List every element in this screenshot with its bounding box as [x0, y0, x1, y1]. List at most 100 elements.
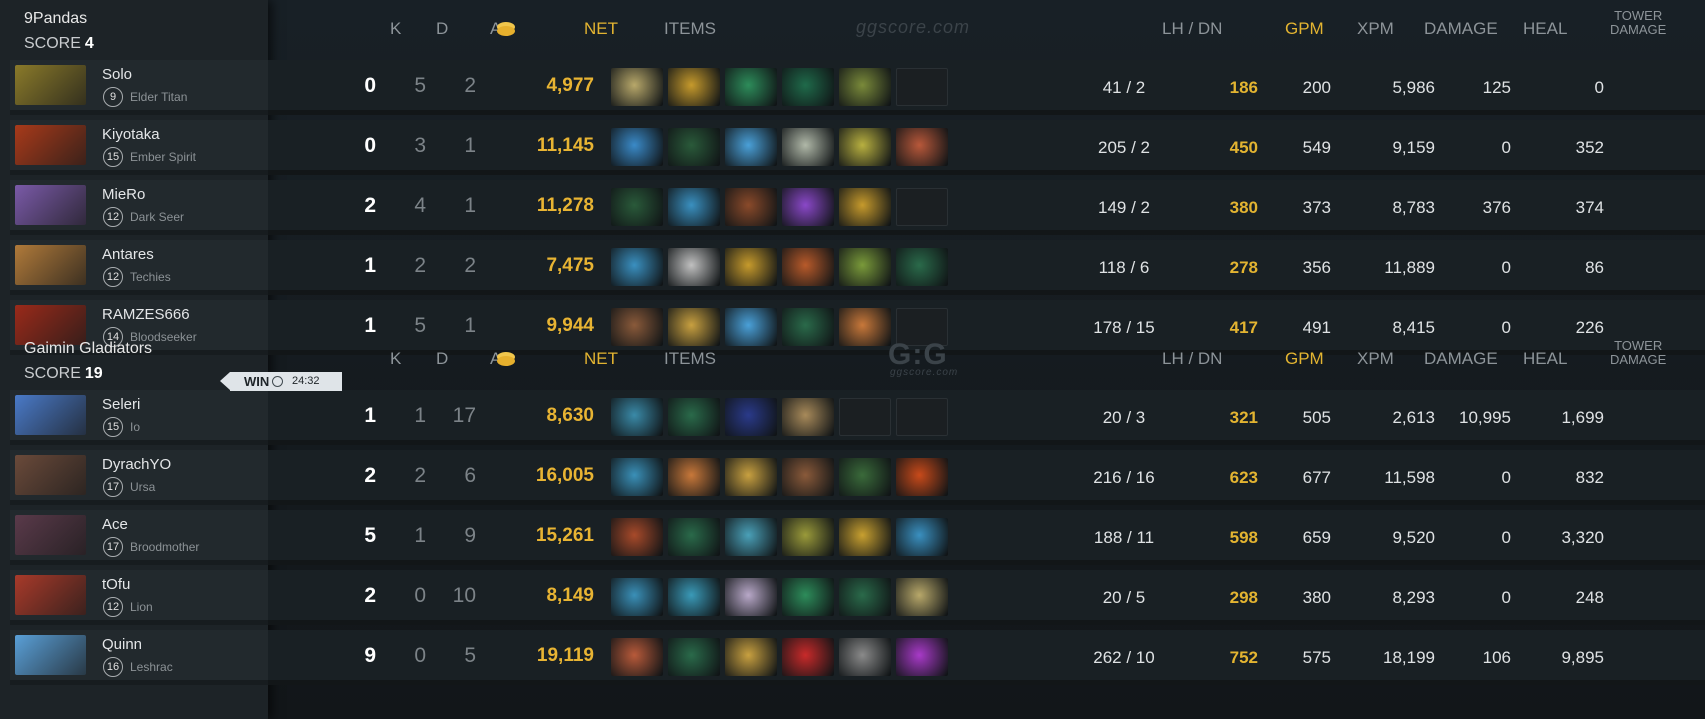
xpm: 200	[1302, 78, 1331, 97]
item-icon[interactable]	[782, 68, 834, 106]
item-icon[interactable]	[782, 398, 834, 436]
item-icon[interactable]	[725, 458, 777, 496]
item-icon[interactable]	[668, 248, 720, 286]
empty-item-slot[interactable]	[839, 398, 891, 436]
item-icon[interactable]	[839, 578, 891, 616]
team-score: SCORE 4	[24, 35, 94, 53]
last-hits-denies: 262 / 10	[1093, 648, 1155, 667]
item-icon[interactable]	[839, 458, 891, 496]
item-icon[interactable]	[668, 578, 720, 616]
item-icon[interactable]	[611, 578, 663, 616]
player-row[interactable]: Seleri 15 Io	[10, 390, 268, 445]
item-icon[interactable]	[725, 638, 777, 676]
item-icon[interactable]	[611, 398, 663, 436]
item-icon[interactable]	[725, 68, 777, 106]
player-level: 17	[103, 537, 123, 557]
deaths: 3	[414, 134, 426, 157]
stats-header-row: K D A NET ITEMS LH / DN GPM XPM DAMAGE HEAL TOWER D…	[268, 0, 1705, 58]
item-icon[interactable]	[896, 638, 948, 676]
win-tag-arrow	[220, 372, 230, 390]
item-icon[interactable]	[782, 248, 834, 286]
score-label: SCORE	[24, 365, 81, 382]
player-name: Antares	[102, 246, 154, 263]
kills: 2	[364, 194, 376, 217]
item-icon[interactable]	[611, 68, 663, 106]
deaths: 5	[414, 74, 426, 97]
item-icon[interactable]	[839, 248, 891, 286]
item-icon[interactable]	[896, 248, 948, 286]
player-row[interactable]: Antares 12 Techies	[10, 240, 268, 295]
heal: 106	[1482, 648, 1511, 667]
item-icon[interactable]	[725, 578, 777, 616]
item-icon[interactable]	[896, 458, 948, 496]
item-icon[interactable]	[725, 398, 777, 436]
item-icon[interactable]	[839, 188, 891, 226]
item-icon[interactable]	[782, 458, 834, 496]
tower-damage: 3,320	[1561, 528, 1604, 547]
item-icon[interactable]	[782, 128, 834, 166]
xpm: 505	[1302, 408, 1331, 427]
item-icon[interactable]	[725, 128, 777, 166]
xpm: 575	[1302, 648, 1331, 667]
item-icon[interactable]	[839, 68, 891, 106]
item-icon[interactable]	[611, 128, 663, 166]
item-icon[interactable]	[725, 188, 777, 226]
player-level: 9	[103, 87, 123, 107]
item-icon[interactable]	[896, 578, 948, 616]
kills: 0	[364, 134, 376, 157]
item-icon[interactable]	[668, 458, 720, 496]
item-icon[interactable]	[896, 518, 948, 556]
player-row[interactable]: DyrachYO 17 Ursa	[10, 450, 268, 505]
item-icon[interactable]	[611, 248, 663, 286]
item-icon[interactable]	[839, 128, 891, 166]
item-icon[interactable]	[839, 638, 891, 676]
player-row[interactable]: Solo 9 Elder Titan	[10, 60, 268, 115]
item-icon[interactable]	[668, 128, 720, 166]
item-icon[interactable]	[611, 458, 663, 496]
team-header: 9Pandas SCORE 4	[0, 0, 268, 60]
header-gpm: GPM	[1285, 19, 1324, 38]
heal: 0	[1501, 528, 1511, 547]
player-row[interactable]: Quinn 16 Leshrac	[10, 630, 268, 685]
player-level: 12	[103, 267, 123, 287]
player-row[interactable]: Ace 17 Broodmother	[10, 510, 268, 565]
item-icon[interactable]	[896, 128, 948, 166]
stats-row: 2 2 6 16,005 216 / 16 623 677 11,598 0 832	[268, 450, 1705, 505]
item-icon[interactable]	[839, 518, 891, 556]
hero-portrait	[15, 455, 86, 495]
empty-item-slot[interactable]	[896, 398, 948, 436]
kills: 9	[364, 644, 376, 667]
last-hits-denies: 20 / 5	[1102, 588, 1146, 607]
item-icon[interactable]	[782, 188, 834, 226]
player-row[interactable]: tOfu 12 Lion	[10, 570, 268, 625]
header-net: NET	[584, 349, 618, 368]
item-icon[interactable]	[611, 518, 663, 556]
player-level: 15	[103, 417, 123, 437]
item-icon[interactable]	[782, 518, 834, 556]
player-row[interactable]: MieRo 12 Dark Seer	[10, 180, 268, 235]
match-duration: 24:32	[292, 375, 320, 387]
item-icon[interactable]	[782, 578, 834, 616]
last-hits-denies: 205 / 2	[1098, 138, 1150, 157]
player-name: tOfu	[102, 576, 131, 593]
player-row[interactable]: Kiyotaka 15 Ember Spirit	[10, 120, 268, 175]
stats-row: 0 5 2 4,977 41 / 2 186 200 5,986 125 0	[268, 60, 1705, 115]
hero-name: Leshrac	[130, 660, 173, 674]
stats-row: 5 1 9 15,261 188 / 11 598 659 9,520 0 3,320	[268, 510, 1705, 565]
empty-item-slot[interactable]	[896, 68, 948, 106]
item-icon[interactable]	[725, 518, 777, 556]
item-icon[interactable]	[611, 188, 663, 226]
item-icon[interactable]	[668, 638, 720, 676]
header-items: ITEMS	[664, 349, 716, 368]
item-icon[interactable]	[668, 398, 720, 436]
item-icon[interactable]	[668, 68, 720, 106]
hero-name: Broodmother	[130, 540, 200, 554]
item-icon[interactable]	[668, 518, 720, 556]
item-icon[interactable]	[668, 188, 720, 226]
item-icon[interactable]	[611, 638, 663, 676]
item-icon[interactable]	[725, 248, 777, 286]
item-icon[interactable]	[782, 638, 834, 676]
gold-coin-icon	[497, 356, 515, 366]
empty-item-slot[interactable]	[896, 188, 948, 226]
score-label: SCORE	[24, 35, 81, 52]
